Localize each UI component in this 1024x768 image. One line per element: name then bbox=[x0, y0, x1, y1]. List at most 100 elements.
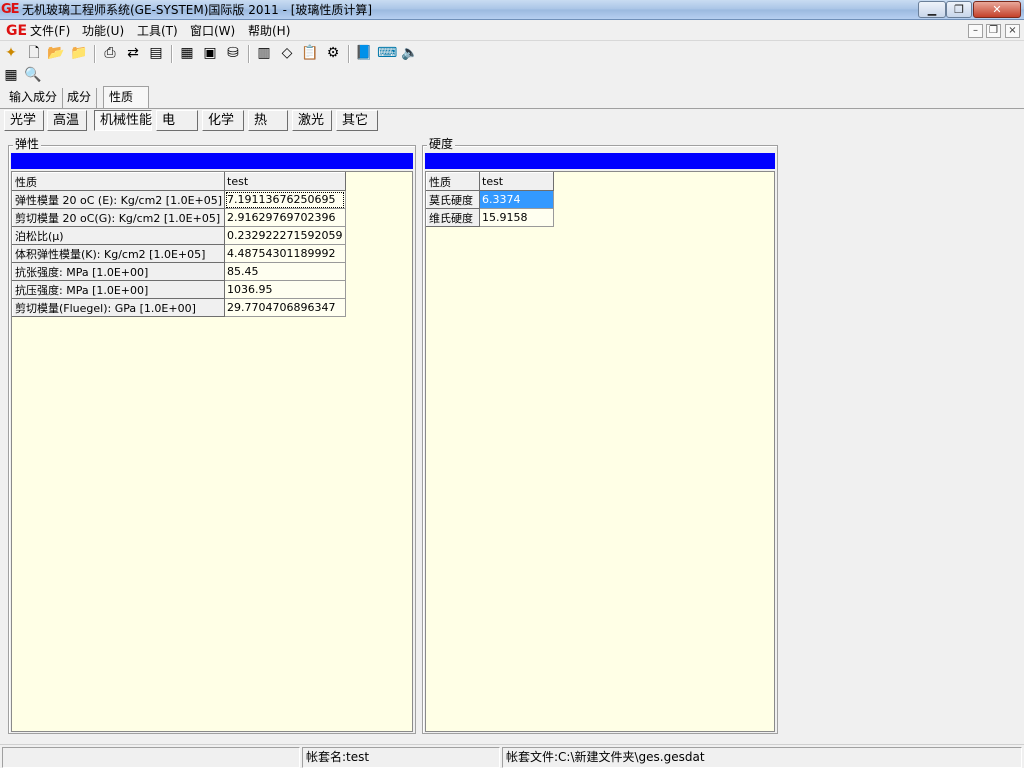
table-header-row: 性质 test bbox=[11, 172, 346, 191]
toolbar-separator bbox=[94, 45, 96, 63]
toolbar-separator bbox=[348, 45, 350, 63]
elasticity-title-bar bbox=[11, 153, 413, 169]
close-button[interactable]: ✕ bbox=[973, 1, 1021, 18]
book-icon[interactable]: 📘 bbox=[354, 43, 374, 63]
tab-composition[interactable]: 成分 bbox=[62, 88, 98, 108]
row-value[interactable]: 0.232922271592059 bbox=[224, 226, 346, 245]
header-property[interactable]: 性质 bbox=[11, 172, 226, 191]
header-sample[interactable]: test bbox=[224, 172, 346, 191]
row-value[interactable]: 1036.95 bbox=[224, 280, 346, 299]
new-file-icon[interactable]: 🗋 bbox=[24, 43, 44, 63]
menu-file[interactable]: 文件(F) bbox=[30, 23, 70, 40]
report-icon[interactable]: ▤ bbox=[146, 43, 166, 63]
import-icon[interactable]: ⇄ bbox=[123, 43, 143, 63]
status-file: 帐套文件:C:\新建文件夹\ges.gesdat bbox=[502, 747, 1022, 768]
mdi-logo-icon[interactable]: GE bbox=[6, 22, 27, 40]
toolbar-separator bbox=[171, 45, 173, 63]
subtab-other[interactable]: 其它 bbox=[336, 110, 378, 131]
subtab-chemical[interactable]: 化学 bbox=[202, 110, 244, 131]
app-logo: GE bbox=[1, 2, 20, 17]
table-row: 维氏硬度 15.9158 bbox=[426, 208, 554, 227]
row-value[interactable]: 2.91629769702396 bbox=[224, 208, 346, 227]
minimize-icon: ▁ bbox=[927, 3, 937, 16]
database-icon[interactable]: ⛁ bbox=[223, 43, 243, 63]
clipboard-icon[interactable]: 📋 bbox=[300, 43, 320, 63]
subtab-optics[interactable]: 光学 bbox=[4, 110, 44, 131]
menu-window[interactable]: 窗口(W) bbox=[190, 23, 235, 40]
menu-help[interactable]: 帮助(H) bbox=[248, 23, 290, 40]
elasticity-grid[interactable]: 性质 test 弹性模量 20 oC (E): Kg/cm2 [1.0E+05]… bbox=[11, 171, 413, 732]
keyboard-icon[interactable]: ⌨ bbox=[377, 43, 397, 63]
row-value[interactable]: 85.45 bbox=[224, 262, 346, 281]
calculator-icon[interactable]: ▥ bbox=[254, 43, 274, 63]
row-label[interactable]: 抗张强度: MPa [1.0E+00] bbox=[11, 262, 226, 281]
table-row: 抗张强度: MPa [1.0E+00] 85.45 bbox=[11, 262, 346, 281]
restore-icon: ❐ bbox=[954, 3, 964, 16]
table-row: 抗压强度: MPa [1.0E+00] 1036.95 bbox=[11, 280, 346, 299]
table-row: 体积弹性模量(K): Kg/cm2 [1.0E+05] 4.4875430118… bbox=[11, 244, 346, 263]
row-label[interactable]: 抗压强度: MPa [1.0E+00] bbox=[11, 280, 226, 299]
title-bar[interactable]: GE 无机玻璃工程师系统(GE-SYSTEM)国际版 2011 - [玻璃性质计… bbox=[0, 0, 1024, 20]
hardness-grid[interactable]: 性质 test 莫氏硬度 6.3374 维氏硬度 15.9158 bbox=[425, 171, 775, 732]
print-preview-icon[interactable]: 🔍 bbox=[23, 65, 43, 85]
folder-icon[interactable]: 📁 bbox=[69, 43, 89, 63]
mdi-close-button[interactable]: × bbox=[1005, 24, 1020, 38]
table-row: 剪切模量(Fluegel): GPa [1.0E+00] 29.77047068… bbox=[11, 298, 346, 317]
header-property[interactable]: 性质 bbox=[426, 172, 480, 191]
mdi-restore-button[interactable]: ❐ bbox=[986, 24, 1001, 38]
elasticity-group: 弹性 性质 test 弹性模量 20 oC (E): Kg/cm2 [1.0E+… bbox=[8, 138, 416, 734]
elasticity-caption: 弹性 bbox=[13, 137, 42, 151]
status-pane-empty bbox=[2, 747, 300, 768]
hardness-table: 性质 test 莫氏硬度 6.3374 维氏硬度 15.9158 bbox=[426, 172, 554, 227]
open-folder-icon[interactable]: 📂 bbox=[46, 43, 66, 63]
eraser-icon[interactable]: ◇ bbox=[277, 43, 297, 63]
menu-function[interactable]: 功能(U) bbox=[82, 23, 124, 40]
status-account: 帐套名:test bbox=[302, 747, 500, 768]
grid-icon[interactable]: ▦ bbox=[1, 65, 21, 85]
subtab-electric[interactable]: 电 bbox=[156, 110, 198, 131]
mdi-minimize-button[interactable]: – bbox=[968, 24, 983, 38]
row-value[interactable]: 29.7704706896347 bbox=[224, 298, 346, 317]
subtab-laser[interactable]: 激光 bbox=[292, 110, 332, 131]
row-label[interactable]: 剪切模量(Fluegel): GPa [1.0E+00] bbox=[11, 298, 226, 317]
row-label[interactable]: 体积弹性模量(K): Kg/cm2 [1.0E+05] bbox=[11, 244, 226, 263]
header-sample[interactable]: test bbox=[479, 172, 554, 191]
toolbar-separator bbox=[248, 45, 250, 63]
hardness-caption: 硬度 bbox=[427, 137, 456, 151]
speaker-icon[interactable]: 🔈 bbox=[400, 43, 420, 63]
subtab-mechanical[interactable]: 机械性能 bbox=[94, 110, 152, 131]
table-row: 泊松比(μ) 0.232922271592059 bbox=[11, 226, 346, 245]
settings-icon[interactable]: ⚙ bbox=[323, 43, 343, 63]
subtab-high-temp[interactable]: 高温 bbox=[47, 110, 87, 131]
minimize-icon: – bbox=[973, 25, 978, 36]
form-icon[interactable]: ▣ bbox=[200, 43, 220, 63]
run-icon[interactable]: ✦ bbox=[1, 43, 21, 63]
row-label[interactable]: 维氏硬度 bbox=[426, 208, 480, 227]
restore-icon: ❐ bbox=[989, 25, 998, 36]
minimize-button[interactable]: ▁ bbox=[918, 1, 946, 18]
window-title: 无机玻璃工程师系统(GE-SYSTEM)国际版 2011 - [玻璃性质计算] bbox=[22, 3, 373, 17]
export-icon[interactable]: ⎙ bbox=[100, 43, 120, 63]
toolbar-secondary: ▦ 🔍 bbox=[0, 64, 1024, 86]
row-value[interactable]: 7.19113676250695 bbox=[224, 190, 346, 209]
menu-bar: GE 文件(F) 功能(U) 工具(T) 窗口(W) 帮助(H) – ❐ × bbox=[0, 21, 1024, 41]
status-bar: 帐套名:test 帐套文件:C:\新建文件夹\ges.gesdat bbox=[0, 744, 1024, 768]
menu-tools[interactable]: 工具(T) bbox=[137, 23, 178, 40]
tab-properties[interactable]: 性质 bbox=[103, 86, 149, 108]
row-value-selected[interactable]: 6.3374 bbox=[479, 190, 554, 209]
close-icon: × bbox=[1008, 25, 1017, 36]
row-value[interactable]: 4.48754301189992 bbox=[224, 244, 346, 263]
row-value[interactable]: 15.9158 bbox=[479, 208, 554, 227]
tab-input-composition[interactable]: 输入成分 bbox=[4, 88, 64, 108]
toolbar-main: ✦ 🗋 📂 📁 ⎙ ⇄ ▤ ▦ ▣ ⛁ ▥ ◇ 📋 ⚙ 📘 ⌨ 🔈 bbox=[0, 42, 1024, 64]
table-icon[interactable]: ▦ bbox=[177, 43, 197, 63]
row-label[interactable]: 弹性模量 20 oC (E): Kg/cm2 [1.0E+05] bbox=[11, 190, 226, 209]
table-row: 莫氏硬度 6.3374 bbox=[426, 190, 554, 209]
row-label[interactable]: 莫氏硬度 bbox=[426, 190, 480, 209]
restore-button[interactable]: ❐ bbox=[946, 1, 972, 18]
row-label[interactable]: 剪切模量 20 oC(G): Kg/cm2 [1.0E+05] bbox=[11, 208, 226, 227]
hardness-title-bar bbox=[425, 153, 775, 169]
row-label[interactable]: 泊松比(μ) bbox=[11, 226, 226, 245]
table-row: 弹性模量 20 oC (E): Kg/cm2 [1.0E+05] 7.19113… bbox=[11, 190, 346, 209]
subtab-thermal[interactable]: 热 bbox=[248, 110, 288, 131]
